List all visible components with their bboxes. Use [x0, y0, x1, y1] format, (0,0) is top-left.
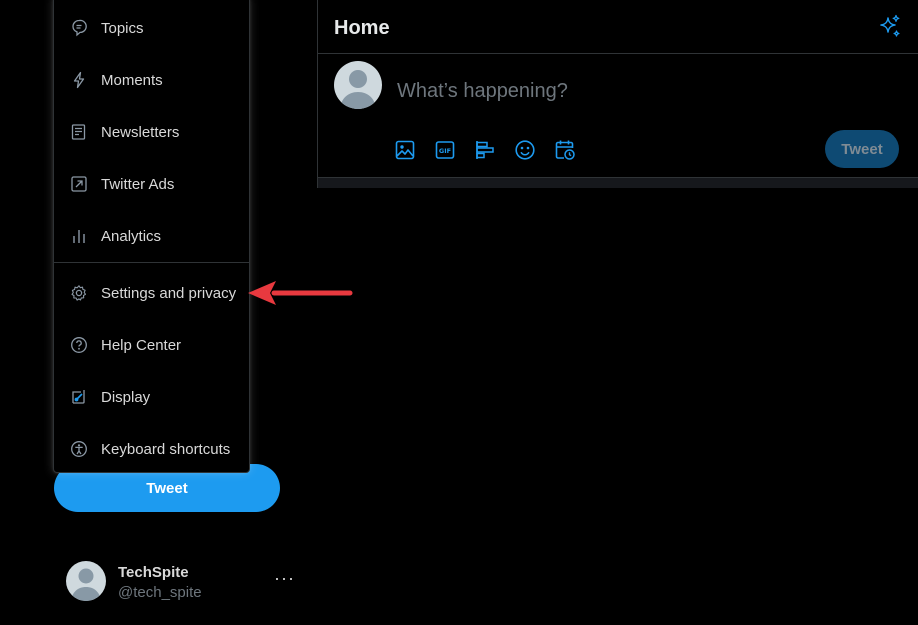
account-handle: @tech_spite — [118, 584, 202, 601]
menu-item-label: Newsletters — [101, 123, 180, 141]
annotation-arrow-icon — [248, 281, 353, 305]
menu-divider — [54, 262, 250, 263]
account-name: TechSpite — [118, 564, 189, 581]
gif-icon[interactable]: GIF — [434, 138, 474, 162]
emoji-icon[interactable] — [514, 138, 554, 162]
newsletter-icon — [69, 122, 89, 142]
menu-item-moments[interactable]: Moments — [54, 54, 251, 106]
avatar — [334, 61, 382, 109]
svg-text:GIF: GIF — [439, 147, 451, 155]
analytics-icon — [69, 226, 89, 246]
menu-item-label: Moments — [101, 71, 163, 89]
menu-item-label: Topics — [101, 19, 144, 37]
menu-item-label: Settings and privacy — [101, 284, 237, 302]
menu-item-topics[interactable]: Topics — [54, 2, 251, 54]
tweet-submit-button[interactable]: Tweet — [825, 130, 899, 168]
page-title: Home — [334, 17, 390, 39]
poll-icon[interactable] — [474, 138, 514, 162]
timeline-separator — [318, 177, 918, 188]
menu-item-label: Analytics — [101, 227, 162, 245]
accessibility-icon — [69, 439, 89, 459]
composer-input[interactable]: What’s happening? — [397, 80, 568, 103]
more-menu: Topics Moments Newsletters Twitter Ads A… — [53, 0, 250, 473]
menu-item-label: Keyboard shortcuts — [101, 440, 231, 458]
gear-icon — [69, 283, 89, 303]
menu-item-keyboard-shortcuts[interactable]: Keyboard shortcuts — [54, 423, 251, 475]
menu-item-label: Help Center — [101, 336, 182, 354]
menu-item-newsletters[interactable]: Newsletters — [54, 106, 251, 158]
menu-item-settings-and-privacy[interactable]: Settings and privacy — [54, 267, 251, 319]
sparkle-icon[interactable] — [877, 14, 903, 45]
schedule-icon[interactable] — [554, 138, 594, 162]
more-options-icon[interactable]: ··· — [274, 568, 295, 589]
menu-item-twitter-ads[interactable]: Twitter Ads — [54, 158, 251, 210]
avatar — [66, 561, 106, 601]
external-arrow-icon — [69, 174, 89, 194]
account-switcher[interactable]: TechSpite @tech_spite ··· — [54, 556, 300, 606]
menu-item-help-center[interactable]: Help Center — [54, 319, 251, 371]
composer-toolbar: GIF — [394, 138, 594, 162]
topics-icon — [69, 18, 89, 38]
image-icon[interactable] — [394, 138, 434, 162]
menu-item-label: Display — [101, 388, 151, 406]
display-icon — [69, 387, 89, 407]
menu-item-label: Twitter Ads — [101, 175, 175, 193]
timeline-header: Home — [318, 0, 918, 54]
help-icon — [69, 335, 89, 355]
home-timeline: Home What’s happening? GIF Tweet — [317, 0, 918, 188]
lightning-icon — [69, 70, 89, 90]
menu-item-analytics[interactable]: Analytics — [54, 210, 251, 262]
menu-item-display[interactable]: Display — [54, 371, 251, 423]
